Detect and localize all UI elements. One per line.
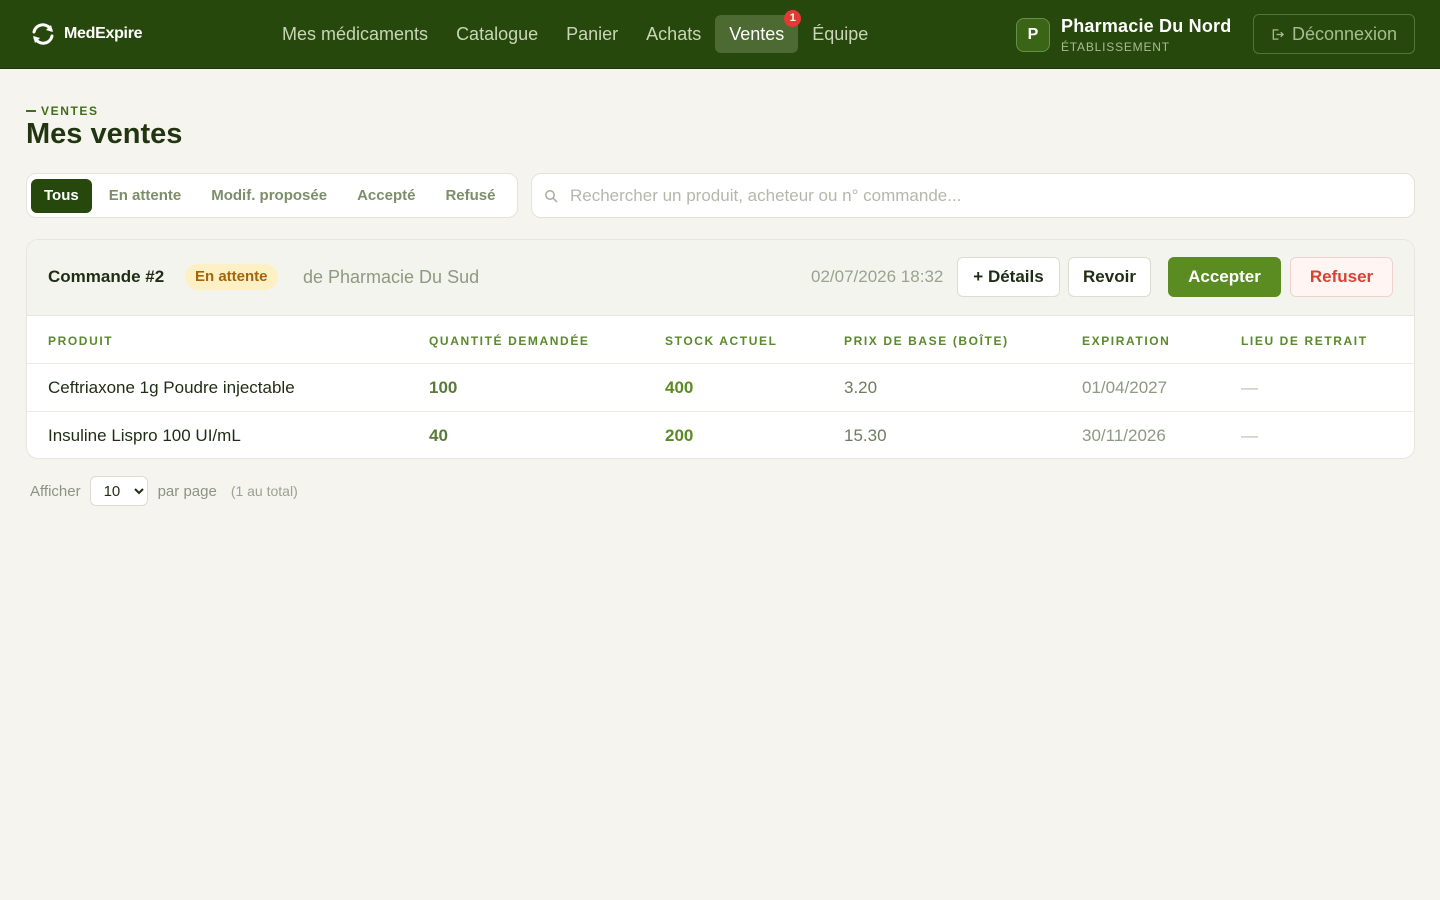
refuse-button[interactable]: Refuser <box>1290 257 1393 297</box>
search-icon <box>545 189 558 202</box>
cell-expiration: 01/04/2027 <box>1082 378 1168 397</box>
filter-tab-modif-proposee[interactable]: Modif. proposée <box>198 179 340 213</box>
order-title: Commande #2 <box>48 267 165 286</box>
cell-stock: 200 <box>665 426 694 445</box>
order-card-header: Commande #2 En attente de Pharmacie Du S… <box>27 240 1414 316</box>
cell-price: 15.30 <box>844 426 887 445</box>
status-badge: En attente <box>185 264 278 290</box>
logout-button[interactable]: Déconnexion <box>1253 14 1415 54</box>
page-eyebrow: VENTES <box>26 104 99 118</box>
cell-product: Insuline Lispro 100 UI/mL <box>48 426 241 445</box>
page-title: Mes ventes <box>26 118 183 150</box>
table-row: Ceftriaxone 1g Poudre injectable 100 400… <box>27 364 1414 412</box>
per-page-select[interactable]: 10 <box>89 476 148 506</box>
cell-location: — <box>1241 378 1258 397</box>
eyebrow-text: VENTES <box>41 104 99 118</box>
show-label: Afficher <box>30 482 81 500</box>
search-input[interactable] <box>570 185 1390 206</box>
column-header-produit: PRODUIT <box>48 334 114 348</box>
details-button[interactable]: + Détails <box>957 257 1060 297</box>
accept-button[interactable]: Accepter <box>1168 257 1281 297</box>
cell-price: 3.20 <box>844 378 878 397</box>
filter-tab-accepte[interactable]: Accepté <box>344 179 428 213</box>
nav-item-equipe[interactable]: Équipe <box>798 15 882 53</box>
brand-name: MedExpire <box>64 25 143 42</box>
order-date: 02/07/2026 18:32 <box>811 267 944 286</box>
order-items-table: PRODUIT QUANTITÉ DEMANDÉE STOCK ACTUEL P… <box>27 316 1414 458</box>
filter-tab-refuse[interactable]: Refusé <box>432 179 508 213</box>
cell-expiration: 30/11/2026 <box>1082 426 1166 445</box>
nav-item-ventes[interactable]: Ventes 1 <box>715 10 802 53</box>
status-filter-tabs: Tous En attente Modif. proposée Accepté … <box>26 173 518 218</box>
pagination: Afficher 10 par page (1 au total) <box>30 476 298 506</box>
nav-item-mes-medicaments[interactable]: Mes médicaments <box>268 15 442 53</box>
per-page-label: par page <box>157 482 217 500</box>
search-bar <box>531 173 1415 218</box>
cell-qty: 100 <box>429 378 458 397</box>
logout-icon <box>1272 28 1284 40</box>
nav-item-catalogue[interactable]: Catalogue <box>442 15 552 53</box>
filter-tab-tous[interactable]: Tous <box>31 178 92 213</box>
column-header-lieu: LIEU DE RETRAIT <box>1241 334 1368 348</box>
cell-stock: 400 <box>665 378 694 397</box>
top-navbar: MedExpire Mes médicaments Catalogue Pani… <box>0 0 1440 69</box>
nav-item-panier[interactable]: Panier <box>552 15 632 53</box>
cell-location: — <box>1241 426 1258 445</box>
column-header-stock: STOCK ACTUEL <box>665 334 778 348</box>
table-header-row: PRODUIT QUANTITÉ DEMANDÉE STOCK ACTUEL P… <box>27 316 1414 364</box>
column-header-quantite: QUANTITÉ DEMANDÉE <box>429 334 590 348</box>
table-row: Insuline Lispro 100 UI/mL 40 200 15.30 3… <box>27 412 1414 458</box>
column-header-expiration: EXPIRATION <box>1082 334 1171 348</box>
account-info: P Pharmacie Du Nord ÉTABLISSEMENT <box>1016 16 1231 54</box>
cell-product: Ceftriaxone 1g Poudre injectable <box>48 378 295 397</box>
logout-label: Déconnexion <box>1291 23 1398 44</box>
account-role: ÉTABLISSEMENT <box>1061 40 1170 54</box>
total-count: (1 au total) <box>230 483 298 499</box>
cell-qty: 40 <box>429 426 448 445</box>
main-nav: Mes médicaments Catalogue Panier Achats … <box>268 10 882 53</box>
column-header-prix: PRIX DE BASE (BOÎTE) <box>844 334 1009 348</box>
order-card: Commande #2 En attente de Pharmacie Du S… <box>26 239 1415 459</box>
filter-tab-en-attente[interactable]: En attente <box>96 179 195 213</box>
avatar: P <box>1016 18 1050 52</box>
nav-item-ventes-label: Ventes <box>729 24 785 44</box>
review-button[interactable]: Revoir <box>1068 257 1151 297</box>
eyebrow-dash <box>26 110 36 112</box>
nav-item-achats[interactable]: Achats <box>632 15 715 53</box>
order-buyer: de Pharmacie Du Sud <box>303 267 480 287</box>
brand-logo[interactable]: MedExpire <box>30 20 143 48</box>
account-name: Pharmacie Du Nord <box>1061 16 1232 36</box>
logo-icon <box>32 23 54 45</box>
